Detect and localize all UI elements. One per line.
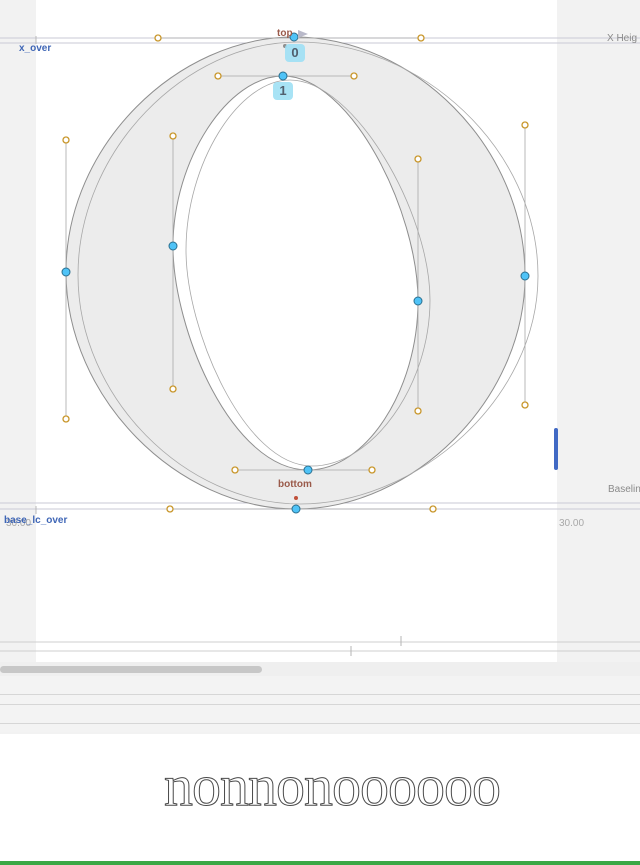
divider <box>0 704 640 705</box>
divider <box>0 694 640 695</box>
right-sidebearing-value: 30.00 <box>559 518 585 529</box>
base-lc-over-label: base_lc_over <box>4 515 68 526</box>
top-anchor-label: top <box>277 28 293 39</box>
divider <box>0 723 640 724</box>
preview-panel: nonnonoooooo <box>0 734 640 865</box>
bottom-anchor-point <box>294 496 298 500</box>
glyph-outline-view[interactable] <box>0 0 640 662</box>
bottom-anchor-label: bottom <box>278 479 312 490</box>
inner-start-node-index-badge: 1 <box>273 82 293 100</box>
baseline-label: Baselin <box>608 484 640 495</box>
preview-text: nonnonoooooo <box>164 753 502 819</box>
x-height-label: X Heig <box>607 33 638 44</box>
glyph-editor-canvas[interactable]: x_over X Heig Baselin 30.00 base_lc_over… <box>0 0 640 662</box>
horizontal-scroll-thumb[interactable] <box>0 666 262 673</box>
vertical-scroll-indicator[interactable] <box>554 428 558 470</box>
bottom-accent-line <box>0 861 640 865</box>
start-node-index-badge: 0 <box>285 44 305 62</box>
x-over-label: x_over <box>19 43 52 54</box>
